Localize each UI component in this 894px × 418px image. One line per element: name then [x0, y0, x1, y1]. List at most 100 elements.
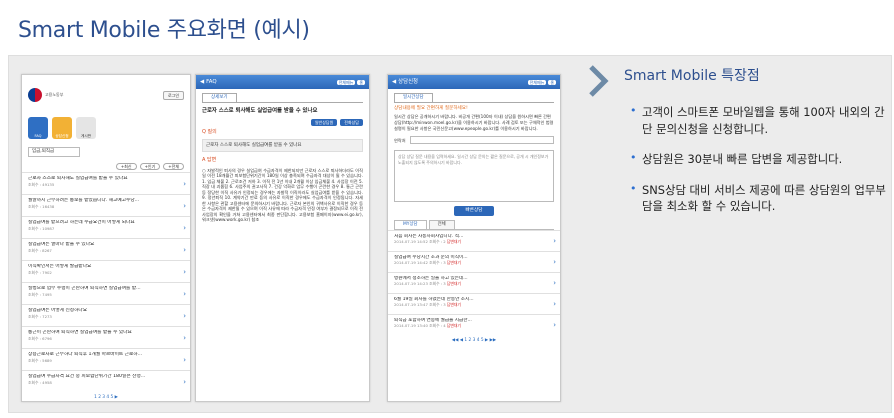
- chevron-right-icon: ›: [553, 257, 556, 266]
- list-item[interactable]: 처음 회사는 자동차회사입니다. 적... 2014.07.19 14:52 조회…: [388, 229, 560, 251]
- question-text: 근로자 스스로 퇴사해도 실업급여를 받을 수 있나요: [202, 138, 363, 153]
- status-badge: 답변대기: [446, 260, 461, 266]
- general-consult-button[interactable]: 일반상담원: [310, 119, 338, 127]
- list-item[interactable]: 이직확인서는 어떻게 발급받나요 조회수 : 7902 ›: [22, 260, 190, 282]
- action-buttons: 일반상담원 전화상담: [196, 119, 369, 129]
- item-title: 실업급여 수급자격 요건 중 피보험단위기간 180일은 산정...: [28, 374, 146, 379]
- item-meta: 2014.07.19 14:52 조회수 : 2: [394, 239, 446, 245]
- tab-quick-consult[interactable]: 일시간상담: [394, 93, 433, 102]
- phone-screen-faq-detail: ◀ FAQ 전체메뉴 홈 상세보기 근로자 스스로 퇴사해도 실업급여를 받을 수 …: [195, 74, 370, 402]
- features-list: 고객이 스마트폰 모바일웹을 통해 100자 내외의 간단 문의신청을 신청합니…: [628, 103, 886, 229]
- chevron-right-icon: ›: [183, 202, 186, 210]
- search-input[interactable]: 임금,퇴직금: [28, 147, 80, 157]
- gov-logo: 고용노동부: [28, 88, 63, 102]
- item-meta: 조회수 : 16438: [28, 203, 55, 209]
- feature-item: 고객이 스마트폰 모바일웹을 통해 100자 내외의 간단 문의신청을 신청합니…: [628, 103, 886, 137]
- contact-label: 연락처: [394, 137, 406, 143]
- tab-all[interactable]: 전체: [428, 220, 455, 229]
- tab-my-consult[interactable]: MY상담: [394, 220, 427, 229]
- pagination[interactable]: 1 2 3 4 5 ▶: [22, 392, 190, 400]
- back-icon[interactable]: ◀: [200, 79, 204, 86]
- chevron-right-icon: ›: [553, 236, 556, 245]
- chevron-right-icon: ›: [183, 180, 186, 188]
- status-badge: 답변대기: [446, 281, 461, 287]
- chevron-right-icon: [589, 65, 609, 97]
- org-name: 고용노동부: [45, 91, 64, 97]
- consult-list: 처음 회사는 자동차회사입니다. 적... 2014.07.19 14:52 조회…: [388, 229, 560, 335]
- menu-icons: FAQ 상담신청 게시판: [22, 115, 190, 143]
- item-title: 상용근로자로 근무하다 퇴직후 1개월 아르바이트 근로하...: [28, 352, 143, 357]
- faq-menu-icon[interactable]: FAQ: [28, 117, 48, 139]
- item-meta: 2014.07.19 14:42 조회수 : 3: [394, 260, 446, 266]
- item-title: 질병으로 업무 수행이 곤란하여 퇴직하면 실업급여를 받...: [28, 286, 141, 291]
- item-meta: 조회수 : 7902: [28, 269, 52, 275]
- send-button[interactable]: 빠른상담: [454, 206, 494, 217]
- item-meta: 2014.07.19 13:40 조회수 : 4: [394, 323, 446, 329]
- answer-text: ○ 자발적인 퇴사의 경우 실업급여 수급자격이 제한되지만 근로자 스스로 퇴…: [202, 167, 363, 223]
- list-item[interactable]: 병원에서 청소하는 일을 하고 있는데... 2014.07.19 14:23 조…: [388, 271, 560, 293]
- item-title: 실업급여는 얼마나 받을 수 있나요: [28, 242, 95, 247]
- sort-tabs: +최신 +인기 +전체: [22, 161, 190, 172]
- list-item[interactable]: 실업급여는 얼마나 받을 수 있나요 조회수 : 8267 ›: [22, 238, 190, 260]
- all-menu-button[interactable]: 전체메뉴: [527, 79, 547, 85]
- feature-item: 상담원은 30분내 빠른 답변을 제공합니다.: [628, 150, 886, 168]
- list-item[interactable]: 실업급여 수급자격 요건 중 피보험단위기간 180일은 산정... 조회수 : …: [22, 370, 190, 392]
- item-title: 통근이 곤란하여 퇴직하면 실업급여를 받을 수 있나요: [28, 330, 132, 335]
- contact-row: 연락처: [388, 134, 560, 146]
- item-meta: 조회수 : 7495: [28, 291, 52, 297]
- list-item[interactable]: 실업급여를 받으려고 하는데 수급요건이 어떻게 되나요 조회수 : 10987 ›: [22, 216, 190, 238]
- phone-screen-home: 고용노동부 로그인 FAQ 상담신청 게시판 임금,퇴직금 +최신 +인기 +전…: [21, 74, 191, 402]
- notice-text: 상담내용에 필요 간편하게 질문하세요!: [394, 105, 468, 111]
- tab-latest[interactable]: +최신: [115, 163, 137, 170]
- item-meta: 2014.07.19 13:47 조회수 : 3: [394, 302, 446, 308]
- list-item[interactable]: 실업급여 수당시간 초과 문의 이직이... 2014.07.19 14:42 조…: [388, 250, 560, 272]
- question-textarea[interactable]: 상담 상담 질문 내용을 입력하세요. 일시간 상담 문의는 짧은 질문으로, …: [394, 150, 554, 203]
- item-meta: 조회수 : 5689: [28, 357, 52, 363]
- tab-detail[interactable]: 상세보기: [202, 93, 237, 102]
- phone-consult-button[interactable]: 전화상담: [340, 119, 363, 127]
- contact-input[interactable]: [409, 136, 554, 145]
- status-badge: 답변대기: [446, 239, 461, 245]
- list-item[interactable]: 실업급여는 어떻게 신청하나요 조회수 : 7273 ›: [22, 304, 190, 326]
- item-title: 실업급여를 받으려고 하는데 수급요건이 어떻게 되나요: [28, 220, 135, 225]
- item-meta: 조회수 : 6796: [28, 335, 52, 341]
- list-item[interactable]: 월말까지 근무하려는 통보를 받았습니다. 해고예고수당... 조회수 : 164…: [22, 194, 190, 216]
- list-item[interactable]: 통근이 곤란하여 퇴직하면 실업급여를 받을 수 있나요 조회수 : 6796 ›: [22, 326, 190, 348]
- list-item[interactable]: 질병으로 업무 수행이 곤란하여 퇴직하면 실업급여를 받... 조회수 : 74…: [22, 282, 190, 304]
- board-menu-icon[interactable]: 게시판: [76, 117, 96, 139]
- phone-screen-consult: ◀ 상담신청 전체메뉴 홈 일시간상담 상담내용에 필요 간편하게 질문하세요! 일…: [387, 74, 561, 402]
- chevron-right-icon: ›: [183, 356, 186, 364]
- tab-all[interactable]: +전체: [163, 163, 184, 170]
- chevron-right-icon: ›: [183, 312, 186, 320]
- blue-header: ◀ FAQ 전체메뉴 홈: [196, 75, 369, 89]
- status-badge: 답변대기: [446, 302, 461, 308]
- phone-header: 고용노동부 로그인: [22, 75, 190, 115]
- page-title: Smart Mobile 주요화면 (예시): [18, 18, 310, 43]
- pagination[interactable]: ◀◀ ◀ 1 2 3 4 5 ▶ ▶▶: [388, 335, 560, 343]
- faq-list: 근로자 스스로 퇴사해도 실업급여를 받을 수 있나요 조회수 : 49135 › …: [22, 172, 190, 392]
- all-menu-button[interactable]: 전체메뉴: [336, 79, 356, 85]
- header-title: FAQ: [206, 78, 217, 85]
- login-button[interactable]: 로그인: [162, 90, 184, 100]
- chevron-right-icon: ›: [183, 268, 186, 276]
- chevron-right-icon: ›: [183, 378, 186, 386]
- item-meta: 조회수 : 10987: [28, 225, 55, 231]
- tab-popular[interactable]: +인기: [139, 163, 161, 170]
- chevron-right-icon: ›: [183, 224, 186, 232]
- list-item[interactable]: 퇴직금 포함하여 연봉에 월급을 지급한... 2014.07.19 13:40 …: [388, 313, 560, 335]
- question-heading: 근로자 스스로 퇴사해도 실업급여를 받을 수 있나요: [202, 107, 318, 114]
- back-icon[interactable]: ◀: [392, 79, 396, 86]
- item-title: 이직확인서는 어떻게 발급받나요: [28, 264, 92, 269]
- list-item[interactable]: 6월 19일 회사를 하였는데 한동안 조지... 2014.07.19 13:4…: [388, 292, 560, 314]
- item-meta: 조회수 : 7273: [28, 313, 52, 319]
- answer-label-text: 답변: [207, 157, 217, 164]
- list-item[interactable]: 근로자 스스로 퇴사해도 실업급여를 받을 수 있나요 조회수 : 49135 ›: [22, 172, 190, 194]
- item-meta: 2014.07.19 14:23 조회수 : 3: [394, 281, 446, 287]
- consult-menu-icon[interactable]: 상담신청: [52, 117, 72, 139]
- home-button[interactable]: 홈: [357, 79, 365, 85]
- list-item[interactable]: 상용근로자로 근무하다 퇴직후 1개월 아르바이트 근로하... 조회수 : 56…: [22, 348, 190, 370]
- item-meta: 조회수 : 4958: [28, 379, 52, 385]
- chevron-right-icon: ›: [183, 334, 186, 342]
- consult-tabs: MY상담 전체: [394, 220, 554, 230]
- home-button[interactable]: 홈: [548, 79, 556, 85]
